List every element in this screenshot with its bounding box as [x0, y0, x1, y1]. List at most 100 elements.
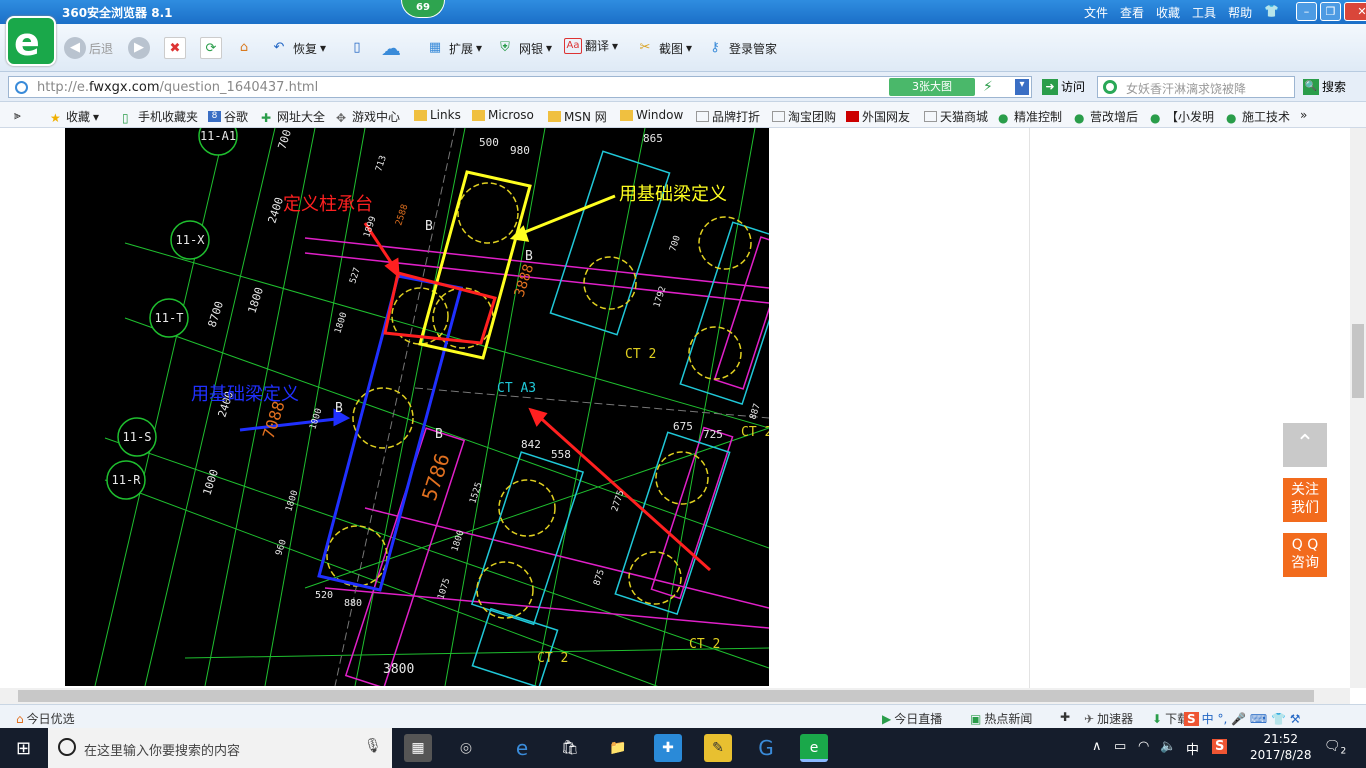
browser-logo[interactable]: e	[6, 16, 56, 66]
chevron-down-icon[interactable]: ▾	[1015, 79, 1029, 95]
vertical-scrollbar[interactable]	[1350, 128, 1366, 688]
shirt-icon[interactable]: 👕	[1264, 4, 1279, 21]
edge-icon[interactable]: e	[508, 734, 536, 762]
sogou-ime-icon[interactable]: S中 °, 🎤 ⌨ 👕 ⚒	[1184, 710, 1301, 727]
tray-up-arrow-icon[interactable]: ∧	[1092, 739, 1102, 754]
login-label: 登录管家	[729, 41, 778, 56]
taskbar-search-input[interactable]: 在这里输入你要搜索的内容 🎙	[48, 728, 392, 768]
fav-item-favorites[interactable]: ★ 收藏 ▾	[50, 108, 99, 126]
fav-item-mobile[interactable]: ▯ 手机收藏夹	[122, 108, 198, 125]
fav-item-windows[interactable]: Window	[620, 108, 683, 122]
menu-favorites[interactable]: 收藏	[1156, 4, 1180, 21]
menu-view[interactable]: 查看	[1120, 4, 1144, 21]
netbank-button[interactable]: ⛨ 网银 ▾	[494, 37, 552, 59]
today-pick-link[interactable]: ⌂ 今日优选	[16, 710, 75, 727]
dim-text: 558	[551, 448, 571, 461]
notification-badge[interactable]: 69	[401, 0, 445, 18]
clock-time: 21:52	[1263, 732, 1299, 746]
notes-app-icon[interactable]: ✎	[704, 734, 732, 762]
maximize-button[interactable]: ❐	[1320, 2, 1341, 21]
minimize-button[interactable]: –	[1296, 2, 1317, 21]
refresh-button[interactable]: ⟳	[200, 37, 222, 59]
battery-icon[interactable]: ▭	[1114, 739, 1126, 754]
fav-item-directory[interactable]: ✚ 网址大全	[261, 108, 325, 125]
vertical-scroll-thumb[interactable]	[1352, 324, 1364, 398]
url-text[interactable]: http://e.fwxgx.com/question_1640437.html	[37, 80, 318, 95]
axis-label: 11-R	[112, 473, 142, 487]
big-image-button[interactable]: 3张大图	[889, 78, 975, 96]
microphone-icon[interactable]: 🎙	[364, 738, 382, 754]
fav-item-microsoft[interactable]: Microso	[472, 108, 534, 122]
visit-label: 访问	[1061, 80, 1086, 94]
plus-app-icon[interactable]: ✚	[654, 734, 682, 762]
horizontal-scroll-thumb[interactable]	[18, 690, 1314, 702]
menu-help[interactable]: 帮助	[1228, 4, 1252, 21]
visit-button[interactable]: ➜ 访问	[1042, 78, 1085, 95]
close-button[interactable]: ✕	[1344, 2, 1366, 21]
browser-g-icon[interactable]: G	[752, 734, 780, 762]
file-explorer-icon[interactable]: 📁	[604, 734, 632, 762]
wifi-icon[interactable]: ◠	[1138, 739, 1149, 754]
follow-us-button[interactable]: 关注 我们	[1283, 478, 1327, 522]
360-browser-taskbar-icon[interactable]: e	[800, 734, 828, 762]
status-plus-icon[interactable]: ✚	[1060, 710, 1070, 724]
dim-text: 1800	[333, 311, 349, 335]
more-favorites-icon[interactable]: »	[1300, 108, 1307, 122]
restore-button[interactable]: ↶ 恢复 ▾	[268, 37, 327, 59]
clock[interactable]: 21:52 2017/8/28	[1250, 731, 1312, 763]
fav-item-brand-sale[interactable]: 品牌打折	[696, 108, 760, 125]
address-bar[interactable]: http://e.fwxgx.com/question_1640437.html…	[8, 76, 1032, 98]
horizontal-scrollbar[interactable]	[0, 688, 1350, 704]
fav-item-tax[interactable]: ● 营改增后	[1074, 108, 1138, 125]
accelerator-link[interactable]: ✈ 加速器	[1084, 710, 1133, 727]
spiral-app-icon[interactable]: ◎	[452, 734, 480, 762]
qq-consult-button[interactable]: Q Q 咨询	[1283, 533, 1327, 577]
store-icon[interactable]: 🛍	[556, 734, 584, 762]
search-input[interactable]: 女妖香汗淋漓求饶被降	[1097, 76, 1295, 98]
forward-button[interactable]: ▶	[128, 37, 150, 59]
menu-file[interactable]: 文件	[1084, 4, 1108, 21]
fav-item-tmall[interactable]: 天猫商城	[924, 108, 988, 125]
today-live-link[interactable]: ▶ 今日直播	[882, 710, 942, 727]
menu-tools[interactable]: 工具	[1192, 4, 1216, 21]
search-placeholder: 女妖香汗淋漓求饶被降	[1126, 82, 1247, 96]
mobile-button[interactable]: ▯	[346, 37, 368, 59]
cad-tag: B	[525, 249, 533, 264]
stop-button[interactable]: ✖	[164, 37, 186, 59]
volume-icon[interactable]: 🔈	[1160, 739, 1176, 754]
translate-button[interactable]: Aa 翻译 ▾	[564, 37, 618, 54]
fav-item-games[interactable]: ✥ 游戏中心	[336, 108, 400, 125]
cloud-button[interactable]: ☁	[380, 37, 402, 59]
translate-icon: Aa	[564, 37, 582, 54]
fav-item-precision[interactable]: ● 精准控制	[998, 108, 1062, 125]
folder-icon	[548, 111, 561, 122]
fav-item-google[interactable]: 8 谷歌	[208, 108, 248, 125]
fav-item-construction[interactable]: ● 施工技术	[1226, 108, 1290, 125]
fav-item-taobao[interactable]: 淘宝团购	[772, 108, 836, 125]
sidebar-toggle-icon[interactable]: ⫸	[14, 108, 21, 123]
fav-item-links[interactable]: Links	[414, 108, 461, 122]
fav-item-invention[interactable]: ● 【小发明	[1150, 108, 1214, 125]
cad-drawing: 11-A1 11-X 11-T 11-S 11-R 700 2400 713 2…	[94, 128, 769, 686]
wechat-icon: ●	[1226, 111, 1237, 125]
search-button[interactable]: 🔍 搜索	[1303, 78, 1346, 95]
screenshot-button[interactable]: ✂ 截图 ▾	[634, 37, 693, 59]
windows-start-icon[interactable]: ⊞	[16, 738, 31, 759]
speed-icon[interactable]: ⚡	[983, 79, 993, 95]
bookmark-icon	[846, 111, 859, 122]
extend-button[interactable]: ▦ 扩展 ▾	[424, 37, 482, 59]
notification-center-icon[interactable]: 🗨2	[1324, 739, 1346, 757]
hot-news-link[interactable]: ▣ 热点新闻	[970, 710, 1032, 727]
back-button[interactable]: ◀ 后退	[64, 37, 113, 59]
cortana-icon	[58, 738, 76, 756]
sogou-tray-icon[interactable]: S	[1212, 739, 1228, 754]
ime-indicator[interactable]: 中	[1186, 739, 1199, 758]
axis-label: 11-T	[155, 311, 184, 325]
fav-item-msn[interactable]: MSN 网	[548, 108, 607, 125]
back-to-top-button[interactable]: ⌃	[1283, 423, 1327, 467]
key-icon: ⚷	[710, 40, 720, 55]
fav-item-foreign[interactable]: 外国网友	[846, 108, 910, 125]
home-button[interactable]: ⌂	[233, 37, 255, 59]
login-manager-button[interactable]: ⚷ 登录管家	[704, 37, 777, 59]
task-view-icon[interactable]: ▦	[404, 734, 432, 762]
